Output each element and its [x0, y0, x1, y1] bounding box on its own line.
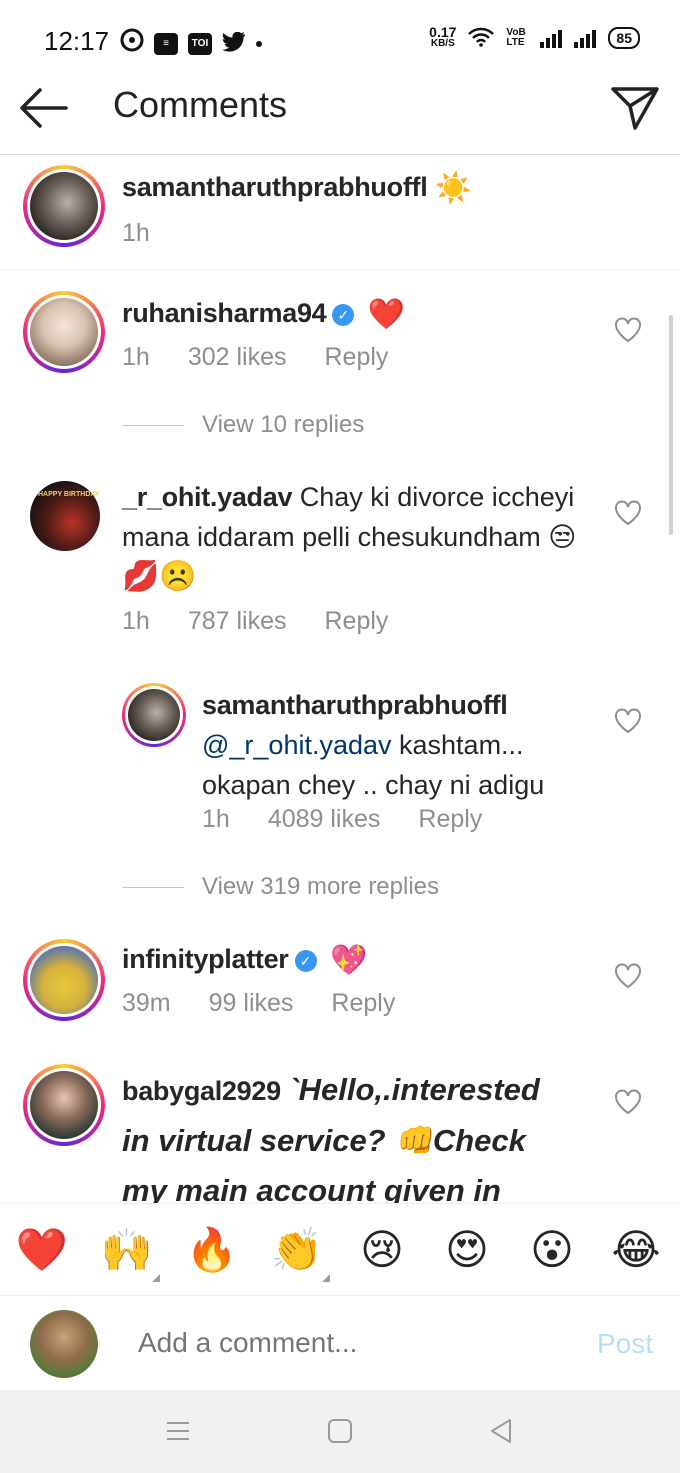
caption-row: samantharuthprabhuoffl ☀️ 1h [0, 155, 680, 270]
like-button[interactable] [614, 500, 642, 526]
username[interactable]: infinityplatter [122, 944, 289, 974]
comment-composer: Post [0, 1295, 680, 1391]
likes-count[interactable]: 787 likes [188, 607, 287, 636]
share-button[interactable] [608, 82, 660, 134]
username[interactable]: ruhanisharma94 [122, 298, 327, 328]
like-button[interactable] [614, 963, 642, 989]
mention-link[interactable]: @_r_ohit.yadav [202, 730, 392, 760]
username[interactable]: samantharuthprabhuoffl [122, 172, 428, 202]
toi-icon: TOI [188, 32, 212, 55]
reply-button[interactable]: Reply [331, 989, 395, 1018]
caption-emoji: ☀️ [434, 171, 473, 205]
emoji-heart-button[interactable]: ❤️ [14, 1222, 70, 1278]
heart-outline-icon [615, 963, 641, 989]
emoji-raised-hands-button[interactable]: 🙌 [99, 1222, 155, 1278]
avatar[interactable]: HAPPY BIRTHDAY [30, 481, 100, 551]
system-nav-bar [0, 1390, 680, 1473]
comment-text-line: my main account given in [122, 1173, 501, 1203]
likes-count[interactable]: 99 likes [209, 989, 294, 1018]
battery-icon: 85 [608, 27, 640, 49]
skin-tone-indicator-icon [152, 1274, 160, 1282]
header-bar: Comments [0, 62, 680, 155]
view-replies-button[interactable]: View 319 more replies [122, 873, 439, 901]
avatar[interactable] [122, 683, 186, 747]
page-title: Comments [113, 84, 288, 125]
verified-badge-icon: ✓ [332, 303, 355, 326]
comment-input[interactable] [136, 1326, 560, 1360]
comment-text: 💖 [330, 943, 368, 977]
emoji-fire-button[interactable]: 🔥 [184, 1222, 240, 1278]
status-time: 12:17 [44, 26, 110, 56]
heart-outline-icon [615, 708, 641, 734]
comment-text-line: in virtual service? 👊Check [122, 1123, 526, 1158]
emoji-wow-button[interactable]: 😮 [524, 1222, 580, 1278]
divider [122, 424, 184, 426]
comment-text-line: okapan chey .. chay ni adigu [202, 770, 545, 800]
my-avatar [30, 1310, 98, 1378]
emoji-heart-eyes-button[interactable]: 😍 [439, 1222, 495, 1278]
avatar[interactable] [23, 291, 105, 373]
likes-count[interactable]: 4089 likes [268, 805, 381, 834]
likes-count[interactable]: 302 likes [188, 343, 287, 372]
wifi-icon [468, 27, 495, 50]
reply-button[interactable]: Reply [324, 343, 388, 372]
comment-time: 1h [122, 343, 150, 371]
twitter-icon [222, 28, 246, 59]
signal-icon-1 [540, 28, 563, 48]
back-triangle-icon [491, 1419, 511, 1443]
avatar[interactable] [23, 939, 105, 1021]
quick-emoji-bar: ❤️ 🙌 🔥 👏 😢 😍 😮 😂 [0, 1203, 680, 1296]
comment-time: 1h [202, 805, 230, 833]
reply-button[interactable]: Reply [324, 607, 388, 636]
like-button[interactable] [614, 1089, 642, 1115]
paper-plane-icon [611, 87, 659, 130]
comment-text-line: 💋☹️ [122, 560, 197, 593]
network-type: VoB LTE [506, 27, 526, 48]
reply-button[interactable]: Reply [418, 805, 482, 834]
username[interactable]: _r_ohit.yadav [122, 482, 292, 512]
recents-button[interactable] [165, 1418, 191, 1449]
emoji-clap-button[interactable]: 👏 [269, 1222, 325, 1278]
heart-outline-icon [615, 317, 641, 343]
comments-list[interactable]: samantharuthprabhuoffl ☀️ 1h ruhanisharm… [0, 155, 680, 1203]
post-button[interactable]: Post [597, 1328, 653, 1360]
comment-time: 39m [122, 989, 171, 1017]
back-button[interactable] [18, 84, 70, 132]
notification-icons: ≡ TOI [120, 28, 262, 59]
network-speed: 0.17 KB/S [429, 24, 457, 49]
emoji-laugh-button[interactable]: 😂 [608, 1222, 664, 1278]
comment-text: kashtam... [391, 730, 524, 760]
arrow-left-icon [20, 88, 68, 128]
username[interactable]: samantharuthprabhuoffl [202, 685, 602, 725]
more-notifications-dot [256, 40, 262, 47]
comment-time: 1h [122, 607, 150, 635]
home-button[interactable] [327, 1418, 353, 1449]
emoji-cry-button[interactable]: 😢 [354, 1222, 410, 1278]
avatar[interactable] [23, 165, 105, 247]
document-icon: ≡ [154, 32, 178, 55]
comment-text: `Hello,.interested [288, 1072, 540, 1107]
scrollbar[interactable] [669, 315, 673, 535]
divider [122, 886, 184, 888]
view-replies-button[interactable]: View 10 replies [122, 411, 364, 439]
system-back-button[interactable] [488, 1418, 514, 1449]
home-square-icon [328, 1419, 352, 1443]
menu-icon [167, 1422, 189, 1440]
signal-icon-2 [574, 28, 597, 48]
verified-badge-icon: ✓ [294, 949, 317, 972]
like-button[interactable] [614, 317, 642, 343]
username[interactable]: babygal2929 [122, 1076, 281, 1106]
comment-text-line: mana iddaram pelli chesukundham 😒 [122, 522, 577, 552]
settings-icon [120, 28, 144, 59]
comment-text: Chay ki divorce iccheyi [299, 482, 575, 512]
comment-text: ❤️ [367, 297, 406, 331]
like-button[interactable] [614, 708, 642, 734]
heart-outline-icon [615, 500, 641, 526]
heart-outline-icon [615, 1089, 641, 1115]
status-right: 0.17 KB/S VoB LTE 85 [429, 24, 640, 50]
avatar[interactable] [23, 1064, 105, 1146]
status-bar: 12:17 ≡ TOI 0.17 KB/S VoB LTE 85 [0, 0, 680, 62]
skin-tone-indicator-icon [322, 1274, 330, 1282]
comment-time: 1h [122, 219, 150, 247]
